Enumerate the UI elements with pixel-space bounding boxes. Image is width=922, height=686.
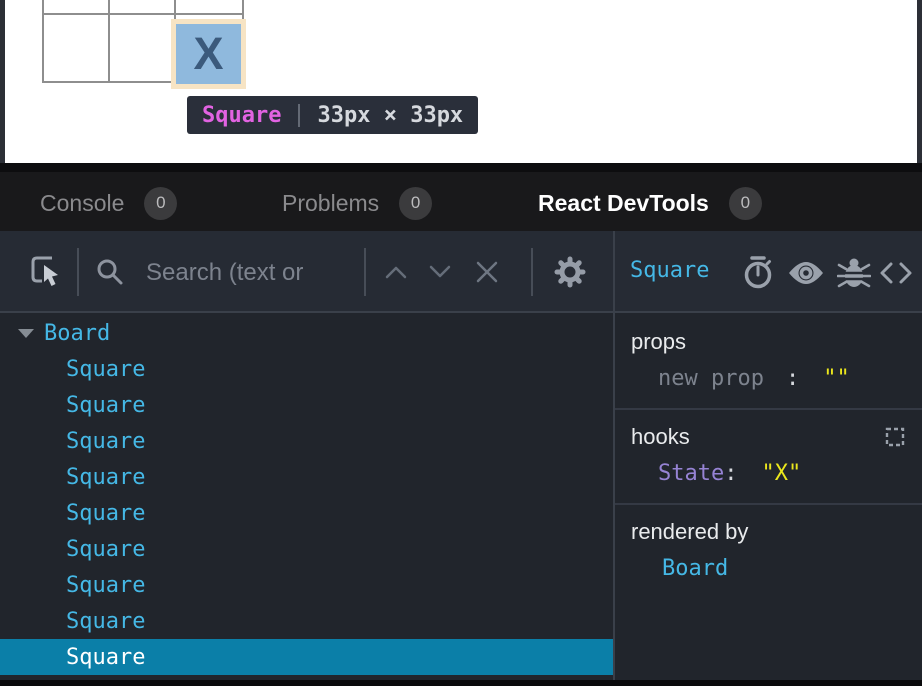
devtools-toolbar — [0, 231, 922, 313]
component-tree: Board Square Square Square — [0, 315, 613, 680]
rendered-by-link[interactable]: Board — [662, 556, 728, 581]
expander-triangle-icon[interactable] — [18, 329, 34, 338]
clear-search-icon[interactable] — [474, 259, 500, 285]
toolbar-divider — [364, 248, 366, 296]
tree-item-label: Square — [66, 609, 145, 634]
tree-children: Square Square Square Square — [0, 351, 613, 675]
tab[interactable]: Problems 0 — [282, 186, 432, 220]
tree-item-label: Board — [44, 321, 110, 346]
toolbar-divider — [531, 248, 533, 296]
tree-item-label: Square — [66, 429, 145, 454]
tooltip-dimensions: 33px × 33px — [317, 103, 463, 128]
window-bottom-edge — [0, 680, 922, 686]
inspector-selected-component: Square — [630, 258, 709, 283]
inspect-dom-eye-icon[interactable] — [787, 260, 825, 286]
board-cell[interactable] — [44, 0, 110, 15]
screenshot-root: X Square 33px × 33px Console 0 Problems … — [0, 0, 922, 686]
window-edge-left — [0, 0, 5, 163]
tree-item-square[interactable]: Square — [0, 567, 613, 603]
suspend-stopwatch-icon[interactable] — [742, 255, 774, 291]
rendered-by-item: Board — [631, 556, 906, 581]
search-input[interactable] — [146, 255, 356, 291]
tree-item-label: Square — [66, 357, 145, 382]
tree-item-square[interactable]: Square — [0, 459, 613, 495]
board-cell[interactable] — [110, 0, 176, 15]
search-prev-chevron-up-icon[interactable] — [384, 264, 408, 280]
rendered-by-section: rendered by Board — [615, 505, 922, 598]
tree-item-board[interactable]: Board — [0, 315, 613, 351]
tree-item-square[interactable]: Square — [0, 387, 613, 423]
view-source-code-icon[interactable] — [879, 260, 913, 286]
inspected-page: X Square 33px × 33px — [0, 0, 922, 163]
hooks-rows: State : "X" — [631, 461, 906, 486]
tab-badge: 0 — [729, 187, 762, 220]
devtools-tab-bar: Console 0 Problems 0 React DevTools 0 — [0, 163, 922, 231]
tab-label: React DevTools — [538, 190, 709, 217]
tab[interactable]: Console 0 — [40, 186, 177, 220]
hooks-section: hooks State : "X" — [615, 410, 922, 505]
tab-label: Console — [40, 190, 124, 217]
tree-item-square[interactable]: Square — [0, 531, 613, 567]
tab-label: Problems — [282, 190, 379, 217]
tooltip-component-name: Square — [202, 103, 281, 128]
tree-item-label: Square — [66, 465, 145, 490]
hooks-section-title: hooks — [631, 424, 690, 450]
panel-resize-divider[interactable] — [613, 231, 615, 680]
inspector-pane: props new prop : "" hooks — [615, 315, 922, 680]
tab-badge: 0 — [399, 187, 432, 220]
window-edge-right — [917, 0, 922, 163]
tree-item-square[interactable]: Square — [0, 603, 613, 639]
tab-badge: 0 — [144, 187, 177, 220]
props-section-title: props — [631, 329, 686, 355]
hook-value[interactable]: "X" — [761, 461, 801, 486]
react-devtools-panel: Square — [0, 231, 922, 680]
hook-state-row[interactable]: State : "X" — [631, 461, 906, 486]
tree-item-label: Square — [66, 501, 145, 526]
settings-gear-icon[interactable] — [551, 253, 589, 291]
tree-item-square[interactable]: Square — [0, 495, 613, 531]
key-value-separator: : — [724, 461, 737, 486]
key-value-separator: : — [786, 366, 799, 391]
inspect-element-icon[interactable] — [27, 252, 63, 290]
new-prop-row[interactable]: new prop : "" — [631, 366, 906, 391]
tooltip-divider — [298, 104, 300, 127]
tree-item-label: Square — [66, 645, 145, 670]
props-rows: new prop : "" — [631, 366, 906, 391]
highlighted-square[interactable]: X — [176, 24, 241, 84]
debug-bug-icon[interactable] — [837, 255, 871, 291]
inspect-size-tooltip: Square 33px × 33px — [187, 96, 478, 134]
board-cell[interactable] — [176, 0, 242, 15]
tree-item-square[interactable]: Square — [0, 423, 613, 459]
tree-item-label: Square — [66, 393, 145, 418]
inspect-highlight-overlay: X — [171, 19, 246, 89]
tree-item-label: Square — [66, 537, 145, 562]
prop-key[interactable]: new prop — [658, 366, 764, 391]
tree-item-square[interactable]: Square — [0, 639, 613, 675]
board-cell[interactable] — [44, 15, 110, 81]
tree-item-square[interactable]: Square — [0, 351, 613, 387]
toolbar-divider — [77, 248, 79, 296]
props-section: props new prop : "" — [615, 315, 922, 410]
tree-item-label: Square — [66, 573, 145, 598]
board-cell[interactable] — [110, 15, 176, 81]
prop-value[interactable]: "" — [823, 366, 850, 391]
tab-list: Console 0 Problems 0 React DevTools 0 — [0, 163, 922, 231]
hook-name: State — [658, 461, 724, 486]
rendered-by-title: rendered by — [631, 519, 748, 545]
search-next-chevron-down-icon[interactable] — [428, 264, 452, 280]
search-icon — [95, 257, 125, 287]
tab[interactable]: React DevTools 0 — [538, 186, 762, 220]
parse-hook-names-icon[interactable] — [884, 426, 906, 448]
rendered-by-list: Board — [631, 556, 906, 581]
